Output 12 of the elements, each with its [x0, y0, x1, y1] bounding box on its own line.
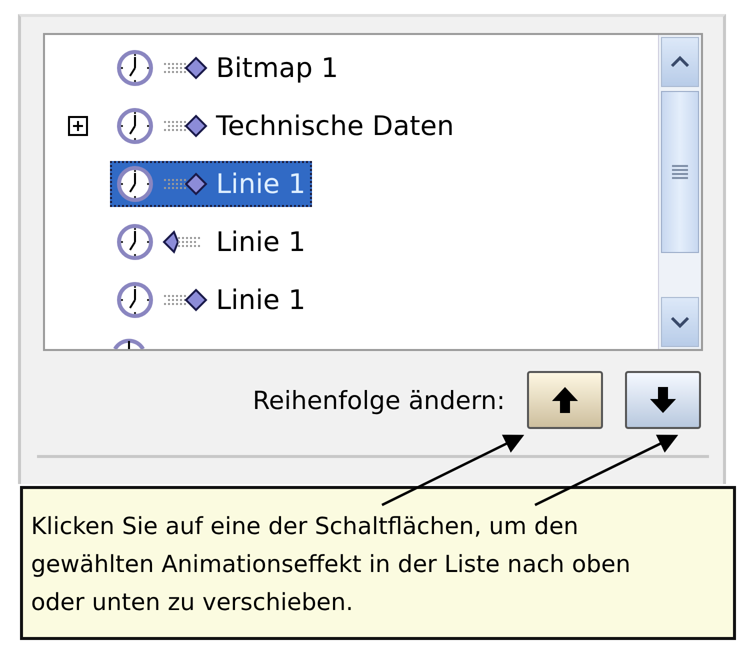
animation-item[interactable]: Bitmap 1	[110, 45, 344, 91]
animation-item[interactable]: Linie 1	[110, 219, 312, 265]
reorder-label: Reihenfolge ändern:	[252, 386, 505, 414]
animation-item[interactable]: Linie 1	[110, 277, 312, 323]
item-label: Linie 1	[216, 284, 306, 316]
animation-item[interactable]: Technische Daten	[110, 103, 460, 149]
item-label: Bitmap 1	[216, 52, 338, 84]
item-label: Linie 1	[216, 226, 306, 258]
callout-text: Klicken Sie auf eine der Schaltflächen, um den gewählten Animationseffekt in der Liste nach oben oder unten zu verschieben.	[31, 511, 632, 618]
item-label: Technische Daten	[216, 110, 454, 142]
item-label: Linie 1	[216, 168, 306, 200]
animation-item[interactable]: Linie 1	[110, 161, 312, 207]
